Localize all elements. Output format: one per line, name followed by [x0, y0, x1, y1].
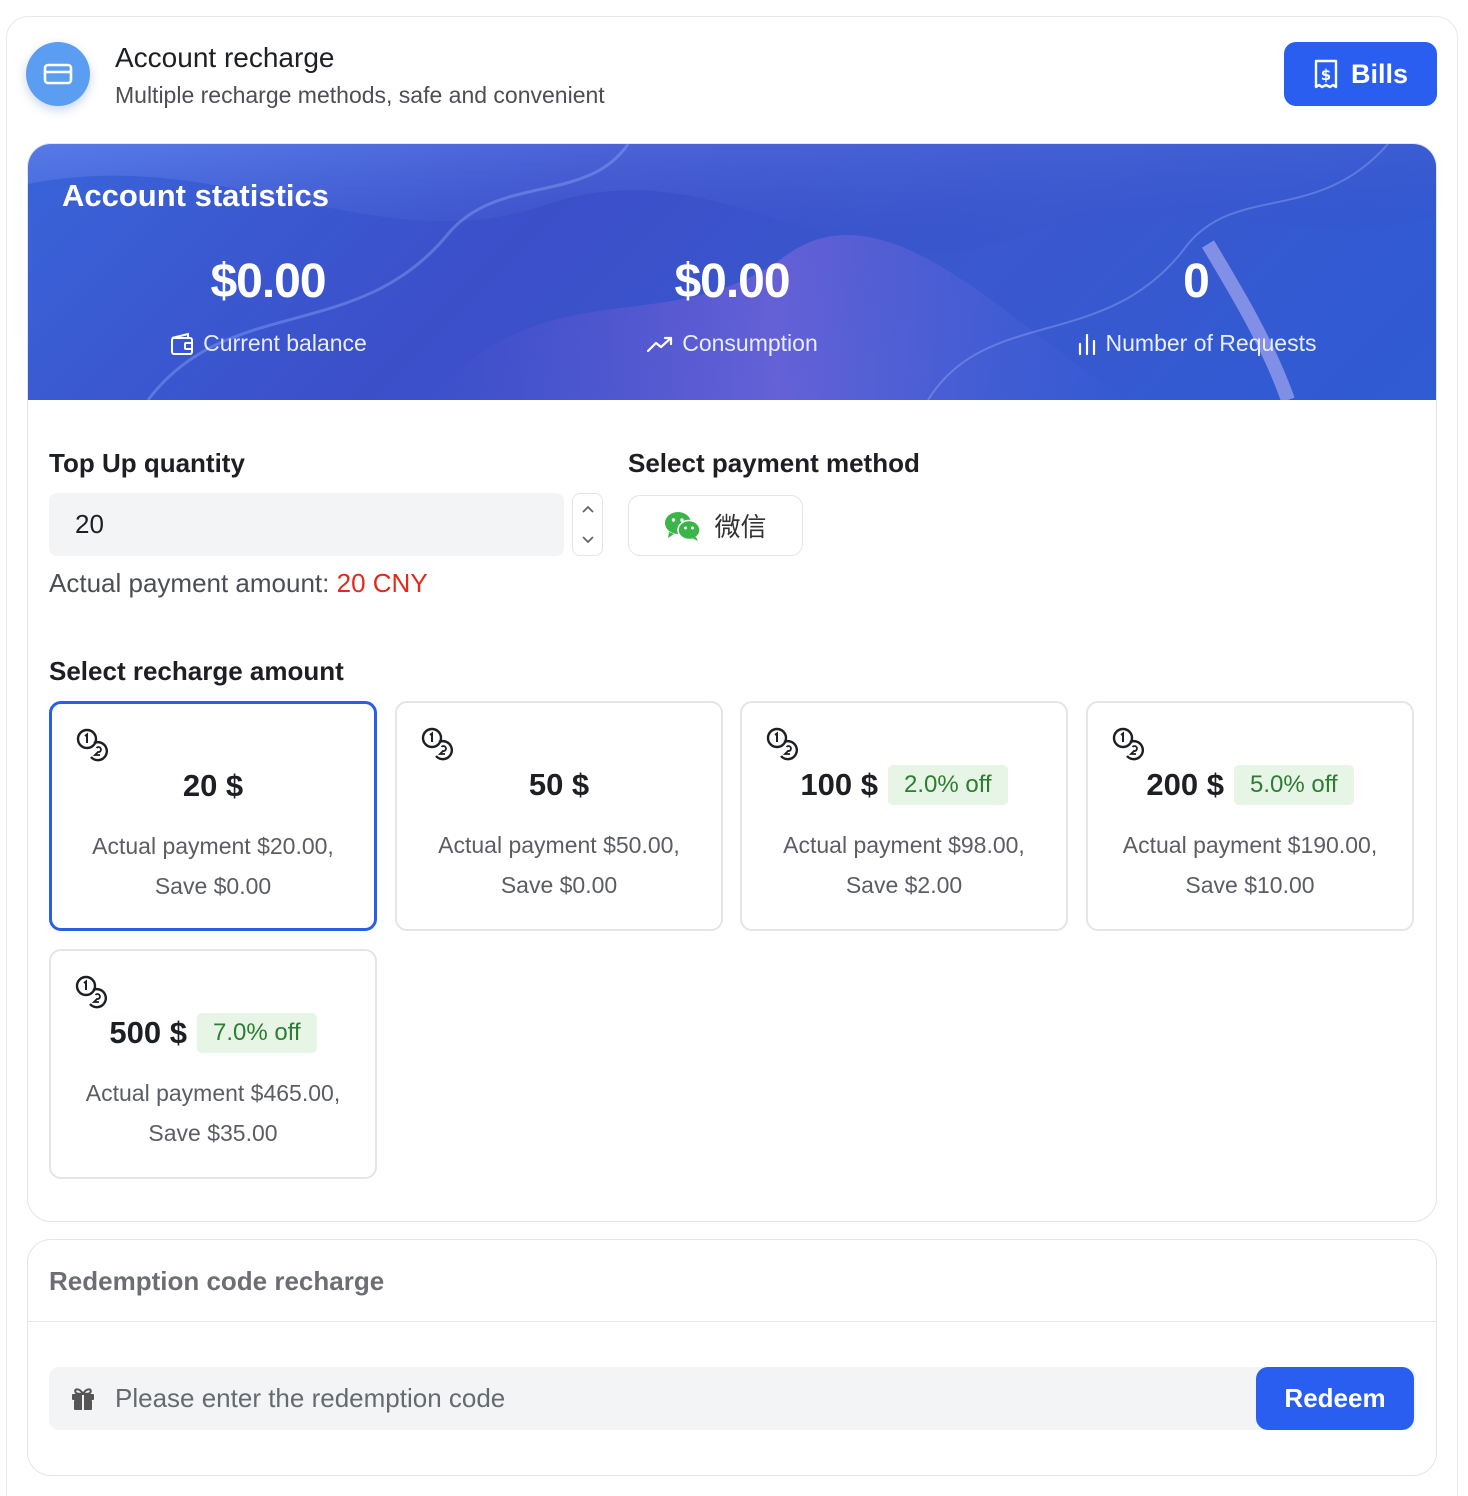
- stats-banner: Account statistics $0.00 Current balance…: [28, 144, 1436, 400]
- coins-icon: [75, 975, 108, 1009]
- amount-description: Actual payment $20.00, Save $0.00: [92, 833, 334, 899]
- svg-text:$: $: [1321, 66, 1331, 84]
- payment-method-name: 微信: [714, 513, 767, 543]
- page-title: Account recharge: [115, 42, 335, 73]
- amount-description: Actual payment $50.00, Save $0.00: [438, 832, 680, 898]
- consumption-value: $0.00: [674, 255, 790, 308]
- redemption-input-wrapper: [49, 1367, 1416, 1430]
- coins-icon: [76, 728, 109, 762]
- amount-description: Actual payment $190.00, Save $10.00: [1122, 832, 1378, 898]
- coins-icon: [421, 727, 454, 761]
- wallet-icon: [171, 332, 194, 355]
- discount-badge: 7.0% off: [196, 1013, 317, 1053]
- chevron-up-icon[interactable]: [581, 504, 595, 514]
- stat-balance: $0.00 Current balance: [33, 252, 503, 357]
- balance-value: $0.00: [210, 255, 326, 308]
- redemption-title: Redemption code recharge: [49, 1266, 385, 1296]
- redemption-code-input[interactable]: [115, 1367, 1235, 1430]
- topup-label: Top Up quantity: [49, 448, 245, 478]
- amount-description: Actual payment $98.00, Save $2.00: [783, 832, 1025, 898]
- bills-label: Bills: [1350, 58, 1409, 89]
- coins-icon: [1112, 727, 1145, 761]
- topup-quantity-input[interactable]: [49, 493, 564, 556]
- discount-badge: 2.0% off: [887, 765, 1008, 805]
- trend-up-icon: [647, 336, 673, 352]
- amount-option-500[interactable]: 500 $ 7.0% off Actual payment $465.00, S…: [49, 949, 377, 1179]
- requests-value: 0: [1183, 255, 1210, 308]
- redemption-card: Redemption code recharge Redeem: [27, 1239, 1437, 1476]
- receipt-icon: $: [1314, 59, 1338, 89]
- gift-icon: [72, 1388, 94, 1410]
- stat-consumption: $0.00 Consumption: [497, 252, 967, 357]
- payment-method-label: Select payment method: [628, 448, 920, 478]
- payment-prefix: Actual payment amount:: [49, 568, 330, 598]
- wechat-icon: [665, 511, 702, 541]
- discount-badge: 5.0% off: [1233, 765, 1354, 805]
- stat-requests: 0 Number of Requests: [961, 252, 1431, 357]
- actual-payment-amount: Actual payment amount: 20 CNY: [49, 568, 428, 599]
- recharge-amount-label: Select recharge amount: [49, 656, 344, 686]
- chevron-down-icon[interactable]: [581, 535, 595, 545]
- wechat-pay-button[interactable]: 微信: [628, 495, 803, 556]
- bar-chart-icon: [1078, 333, 1095, 355]
- amount-value: 200 $: [1146, 767, 1224, 802]
- balance-label: Current balance: [203, 330, 367, 356]
- stats-title: Account statistics: [62, 178, 330, 213]
- payment-value: 20 CNY: [336, 568, 428, 598]
- amount-description: Actual payment $465.00, Save $35.00: [85, 1080, 341, 1146]
- quantity-stepper[interactable]: [572, 493, 603, 556]
- divider: [28, 1321, 1436, 1322]
- recharge-card: Account statistics $0.00 Current balance…: [27, 143, 1437, 1222]
- coins-icon: [766, 727, 799, 761]
- card-avatar: [26, 42, 90, 106]
- page-subtitle: Multiple recharge methods, safe and conv…: [115, 82, 605, 108]
- consumption-label: Consumption: [682, 330, 818, 356]
- amount-value: 100 $: [800, 767, 878, 802]
- redeem-button[interactable]: Redeem: [1256, 1367, 1414, 1430]
- requests-label: Number of Requests: [1105, 330, 1317, 356]
- bills-button[interactable]: $ Bills: [1284, 42, 1437, 106]
- amount-option-20[interactable]: 20 $ Actual payment $20.00, Save $0.00: [49, 701, 377, 931]
- amount-value: 50 $: [528, 767, 590, 802]
- amount-option-100[interactable]: 100 $ 2.0% off Actual payment $98.00, Sa…: [740, 701, 1068, 931]
- amount-option-50[interactable]: 50 $ Actual payment $50.00, Save $0.00: [395, 701, 723, 931]
- credit-card-icon: [43, 63, 73, 85]
- amount-value: 500 $: [109, 1015, 187, 1050]
- amount-value: 20 $: [182, 768, 244, 803]
- amount-option-200[interactable]: 200 $ 5.0% off Actual payment $190.00, S…: [1086, 701, 1414, 931]
